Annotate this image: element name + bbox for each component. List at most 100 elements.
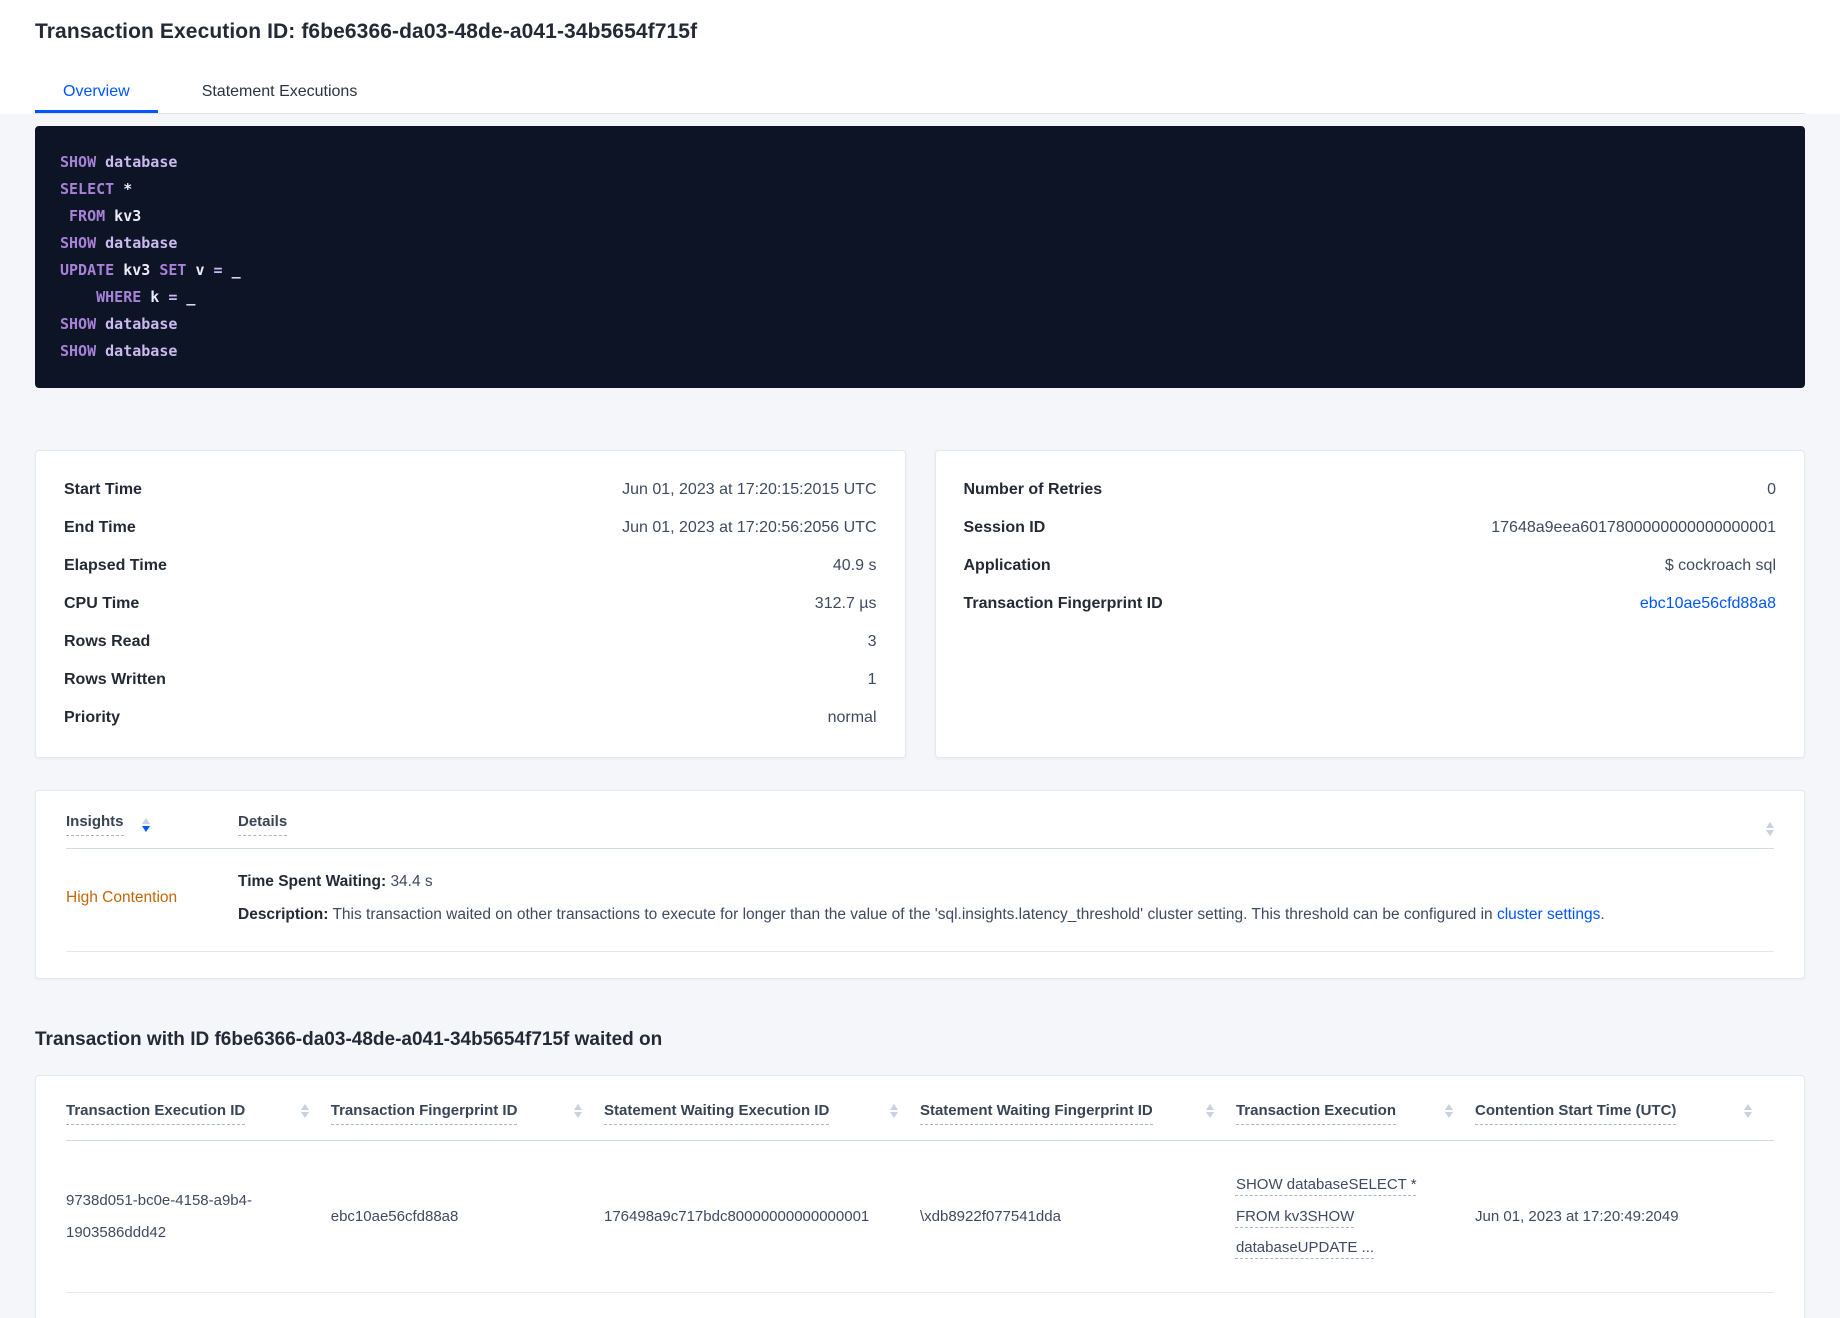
detail-value: 312.7 µs bbox=[814, 595, 877, 612]
detail-label: Priority bbox=[64, 709, 121, 726]
column-header[interactable]: Transaction Execution bbox=[1235, 1076, 1476, 1142]
sort-icon[interactable] bbox=[1445, 1102, 1454, 1119]
sql-token: UPDATE bbox=[60, 261, 115, 279]
column-header-label[interactable]: Transaction Execution bbox=[1235, 1102, 1396, 1126]
sql-line: SHOW database bbox=[60, 149, 1780, 176]
details-column-header[interactable]: Details bbox=[238, 813, 288, 836]
insight-description: Description: This transaction waited on … bbox=[238, 904, 1605, 926]
detail-label: Elapsed Time bbox=[64, 557, 167, 574]
column-header-inner: Transaction Fingerprint ID bbox=[330, 1102, 604, 1126]
sql-token: SELECT bbox=[60, 180, 115, 198]
detail-value: Jun 01, 2023 at 17:20:56:2056 UTC bbox=[622, 519, 877, 536]
detail-row: Elapsed Time 40.9 s bbox=[64, 547, 877, 585]
detail-label: Rows Read bbox=[64, 633, 151, 650]
page-title: Transaction Execution ID: f6be6366-da03-… bbox=[35, 20, 698, 43]
session-details-card: Number of Retries 0 Session ID 17648a9eea60… bbox=[934, 450, 1805, 758]
column-header[interactable]: Transaction Execution ID bbox=[66, 1076, 331, 1142]
sort-down-arrow-icon bbox=[141, 825, 150, 832]
sql-token: database bbox=[96, 342, 178, 360]
sort-down-arrow-icon bbox=[1744, 1112, 1752, 1119]
detail-row: Rows Written 1 bbox=[64, 661, 877, 699]
detail-row: Rows Read 3 bbox=[64, 623, 877, 661]
table-cell: 9738d051-bc0e-4158-a9b4-1903586ddd42 bbox=[66, 1140, 331, 1293]
insight-details: Time Spent Waiting: 34.4 s Description: … bbox=[238, 871, 1605, 925]
tab-statement-executions[interactable]: Statement Executions bbox=[174, 70, 386, 113]
insights-column-header[interactable]: Insights bbox=[66, 813, 238, 836]
sql-token: SHOW bbox=[60, 234, 97, 252]
waited-on-table-body: 9738d051-bc0e-4158-a9b4-1903586ddd42 ebc1… bbox=[66, 1140, 1774, 1293]
sql-token: WHERE bbox=[60, 288, 142, 306]
detail-value: 17648a9eea6017800000000000000001 bbox=[1491, 519, 1776, 536]
column-header[interactable]: Statement Waiting Fingerprint ID bbox=[919, 1076, 1236, 1142]
sql-token: = bbox=[204, 261, 223, 279]
detail-row: Session ID 17648a9eea60178000000000000000… bbox=[964, 509, 1777, 547]
column-header[interactable]: Statement Waiting Execution ID bbox=[604, 1076, 920, 1142]
insights-right-sort[interactable] bbox=[1766, 813, 1774, 836]
sort-icon[interactable] bbox=[574, 1102, 582, 1119]
sql-token: _ bbox=[222, 261, 241, 279]
sort-up-arrow-icon bbox=[889, 1104, 898, 1111]
sort-up-arrow-icon bbox=[1766, 822, 1774, 828]
sort-up-arrow-icon bbox=[1205, 1104, 1214, 1111]
waited-on-table: Transaction Execution ID Transaction Fing… bbox=[66, 1076, 1774, 1293]
description-suffix: . bbox=[1600, 905, 1605, 923]
sql-code: SHOW database SELECT * FROM kv3 SHOW datab… bbox=[60, 149, 1780, 365]
sort-icon[interactable] bbox=[1744, 1102, 1752, 1119]
sort-icon[interactable] bbox=[141, 817, 150, 832]
sort-up-arrow-icon bbox=[300, 1104, 309, 1111]
column-header-label[interactable]: Transaction Execution ID bbox=[66, 1102, 246, 1126]
table-cell: 176498a9c717bdc80000000000000001 bbox=[604, 1140, 920, 1293]
column-header-label[interactable]: Statement Waiting Execution ID bbox=[604, 1102, 830, 1126]
sort-icon[interactable] bbox=[889, 1102, 898, 1119]
time-spent-waiting-label: Time Spent Waiting: bbox=[238, 873, 387, 890]
detail-label: Rows Written bbox=[64, 671, 166, 688]
detail-row: Transaction Fingerprint ID ebc10ae56cfd88… bbox=[964, 585, 1777, 623]
column-header[interactable]: Transaction Fingerprint ID bbox=[330, 1076, 604, 1142]
detail-value: 0 bbox=[1767, 481, 1776, 498]
table-cell: \xdb8922f077541dda bbox=[919, 1140, 1236, 1293]
column-header-label[interactable]: Statement Waiting Fingerprint ID bbox=[919, 1102, 1153, 1126]
sort-icon[interactable] bbox=[300, 1102, 309, 1119]
transaction-execution-link[interactable]: SHOW databaseSELECT * FROM kv3SHOW datab… bbox=[1236, 1176, 1417, 1256]
sql-token: kv3 bbox=[114, 261, 151, 279]
sql-line: SHOW database bbox=[60, 230, 1780, 257]
detail-row: Start Time Jun 01, 2023 at 17:20:15:2015 … bbox=[64, 471, 877, 509]
cluster-settings-link[interactable]: cluster settings bbox=[1497, 906, 1600, 923]
column-header-label[interactable]: Transaction Fingerprint ID bbox=[330, 1102, 518, 1126]
tab-overview[interactable]: Overview bbox=[35, 70, 158, 113]
column-header-label[interactable]: Contention Start Time (UTC) bbox=[1475, 1102, 1677, 1126]
waited-on-table-card: Transaction Execution ID Transaction Fing… bbox=[35, 1075, 1805, 1318]
sort-down-arrow-icon bbox=[1445, 1112, 1454, 1119]
tab-bar: Overview Statement Executions bbox=[35, 70, 1805, 114]
sort-up-arrow-icon bbox=[1445, 1104, 1454, 1111]
column-header[interactable]: Contention Start Time (UTC) bbox=[1475, 1076, 1774, 1142]
sort-down-arrow-icon bbox=[889, 1112, 898, 1119]
sort-up-arrow-icon bbox=[1744, 1104, 1752, 1111]
detail-row: Priority normal bbox=[64, 699, 877, 737]
insights-column-label[interactable]: Insights bbox=[66, 813, 124, 836]
sort-icon[interactable] bbox=[1205, 1102, 1214, 1119]
detail-row: End Time Jun 01, 2023 at 17:20:56:2056 UT… bbox=[64, 509, 877, 547]
transaction-fingerprint-link[interactable]: ebc10ae56cfd88a8 bbox=[1640, 595, 1776, 613]
description-text: This transaction waited on other transac… bbox=[332, 905, 1493, 923]
sort-up-arrow-icon bbox=[574, 1104, 582, 1111]
details-column-label[interactable]: Details bbox=[238, 813, 288, 836]
sql-token: SHOW bbox=[60, 153, 97, 171]
sql-token: kv3 bbox=[105, 207, 142, 225]
insights-table-header: Insights Details bbox=[66, 791, 1774, 849]
detail-value: 40.9 s bbox=[832, 557, 877, 574]
detail-value: 3 bbox=[867, 633, 877, 650]
table-cell: SHOW databaseSELECT * FROM kv3SHOW datab… bbox=[1235, 1140, 1476, 1293]
table-cell: Jun 01, 2023 at 17:20:49:2049 bbox=[1475, 1140, 1774, 1293]
execution-details-card: Start Time Jun 01, 2023 at 17:20:15:2015 … bbox=[35, 450, 906, 758]
insights-table: Insights Details High Contention Time Sp… bbox=[35, 790, 1805, 980]
sort-icon[interactable] bbox=[1766, 822, 1774, 836]
sort-down-arrow-icon bbox=[300, 1112, 309, 1119]
column-header-inner: Statement Waiting Execution ID bbox=[604, 1102, 920, 1126]
sql-line: FROM kv3 bbox=[60, 203, 1780, 230]
sql-token: v bbox=[186, 261, 205, 279]
detail-label: CPU Time bbox=[64, 595, 140, 612]
waited-on-title: Transaction with ID f6be6366-da03-48de-a… bbox=[35, 1029, 663, 1051]
sql-token: FROM bbox=[60, 207, 106, 225]
sort-down-arrow-icon bbox=[574, 1112, 582, 1119]
